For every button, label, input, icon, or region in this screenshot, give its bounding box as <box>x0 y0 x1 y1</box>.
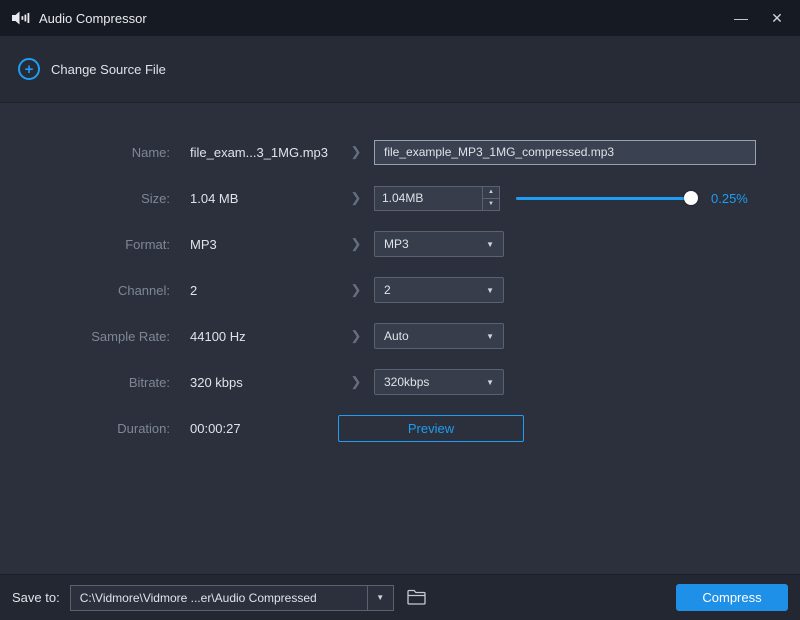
size-percent-label: 0.25% <box>711 190 748 206</box>
plus-circle-icon: + <box>18 58 40 80</box>
footer-bar: Save to: ▼ Compress <box>0 574 800 620</box>
titlebar: Audio Compressor — ✕ <box>0 0 800 36</box>
chevron-right-icon: ❯ <box>350 282 362 297</box>
row-channel: Channel: 2 ❯ 2 ▼ <box>0 267 800 313</box>
preview-button[interactable]: Preview <box>338 414 524 442</box>
change-source-label: Change Source File <box>51 61 166 77</box>
duration-label: Duration: <box>117 420 170 436</box>
duration-current-value: 00:00:27 <box>190 420 241 436</box>
row-sample-rate: Sample Rate: 44100 Hz ❯ Auto ▼ <box>0 313 800 359</box>
save-path-combo: ▼ <box>69 584 394 611</box>
bitrate-selected-value: 320kbps <box>384 375 430 389</box>
size-increment-button[interactable]: ▲ <box>483 187 499 198</box>
row-format: Format: MP3 ❯ MP3 ▼ <box>0 221 800 267</box>
slider-track <box>516 197 698 200</box>
bitrate-dropdown[interactable]: 320kbps ▼ <box>374 369 504 395</box>
sample-rate-dropdown[interactable]: Auto ▼ <box>374 323 504 349</box>
window-title: Audio Compressor <box>39 10 147 26</box>
chevron-right-icon: ❯ <box>350 190 362 205</box>
speaker-icon <box>12 11 30 25</box>
bitrate-label: Bitrate: <box>128 374 170 390</box>
save-path-caret-button[interactable]: ▼ <box>366 585 393 610</box>
caret-down-icon: ▼ <box>376 593 385 602</box>
duration-control: Preview <box>338 414 800 442</box>
save-to-label: Save to: <box>12 590 60 605</box>
compress-button[interactable]: Compress <box>676 584 788 611</box>
audio-compressor-window: Audio Compressor — ✕ + Change Source Fil… <box>0 0 800 620</box>
size-label: Size: <box>141 190 170 206</box>
name-label: Name: <box>131 144 170 160</box>
row-bitrate: Bitrate: 320 kbps ❯ 320kbps ▼ <box>0 359 800 405</box>
channel-control: 2 ▼ <box>374 277 800 303</box>
size-current-value: 1.04 MB <box>190 190 239 206</box>
output-name-input[interactable] <box>374 139 756 165</box>
settings-panel: Name: file_exam...3_1MG.mp3 ❯ Size: 1.04… <box>0 103 800 574</box>
bitrate-control: 320kbps ▼ <box>374 369 800 395</box>
row-name: Name: file_exam...3_1MG.mp3 ❯ <box>0 129 800 175</box>
chevron-right-icon: ❯ <box>350 236 362 251</box>
format-control: MP3 ▼ <box>374 231 800 257</box>
size-control: ▲ ▼ 0.25% <box>374 185 800 211</box>
change-source-file-button[interactable]: + Change Source File <box>18 58 166 80</box>
size-decrement-button[interactable]: ▼ <box>483 197 499 210</box>
bitrate-current-value: 320 kbps <box>190 374 243 390</box>
save-path-input[interactable] <box>70 585 367 610</box>
window-controls: — ✕ <box>724 4 794 32</box>
close-button[interactable]: ✕ <box>760 4 794 32</box>
caret-down-icon: ▼ <box>486 331 494 341</box>
row-duration: Duration: 00:00:27 Preview <box>0 405 800 451</box>
channel-label: Channel: <box>117 282 170 298</box>
name-current-value: file_exam...3_1MG.mp3 <box>190 144 329 160</box>
target-size-input[interactable] <box>375 186 482 210</box>
format-current-value: MP3 <box>190 236 217 252</box>
target-size-spinbox: ▲ ▼ <box>374 185 500 211</box>
caret-down-icon: ▼ <box>486 377 494 387</box>
size-spinner: ▲ ▼ <box>482 186 499 210</box>
slider-handle[interactable] <box>683 191 698 205</box>
slider-fill <box>516 197 691 200</box>
minimize-button[interactable]: — <box>724 4 758 32</box>
chevron-right-icon: ❯ <box>350 328 362 343</box>
sample-rate-selected-value: Auto <box>384 329 409 343</box>
folder-icon <box>406 589 427 606</box>
format-selected-value: MP3 <box>384 237 409 251</box>
chevron-right-icon: ❯ <box>350 374 362 389</box>
sample-rate-current-value: 44100 Hz <box>190 328 246 344</box>
channel-current-value: 2 <box>190 282 198 298</box>
channel-selected-value: 2 <box>384 283 391 297</box>
name-control <box>374 139 800 165</box>
size-slider[interactable] <box>516 191 698 205</box>
chevron-right-icon: ❯ <box>350 144 362 159</box>
channel-dropdown[interactable]: 2 ▼ <box>374 277 504 303</box>
browse-folder-button[interactable] <box>404 587 429 608</box>
sample-rate-label: Sample Rate: <box>91 328 170 344</box>
caret-down-icon: ▼ <box>486 239 494 249</box>
row-size: Size: 1.04 MB ❯ ▲ ▼ 0.25% <box>0 175 800 221</box>
format-label: Format: <box>125 236 170 252</box>
caret-down-icon: ▼ <box>486 285 494 295</box>
sample-rate-control: Auto ▼ <box>374 323 800 349</box>
format-dropdown[interactable]: MP3 ▼ <box>374 231 504 257</box>
source-header: + Change Source File <box>0 36 800 103</box>
